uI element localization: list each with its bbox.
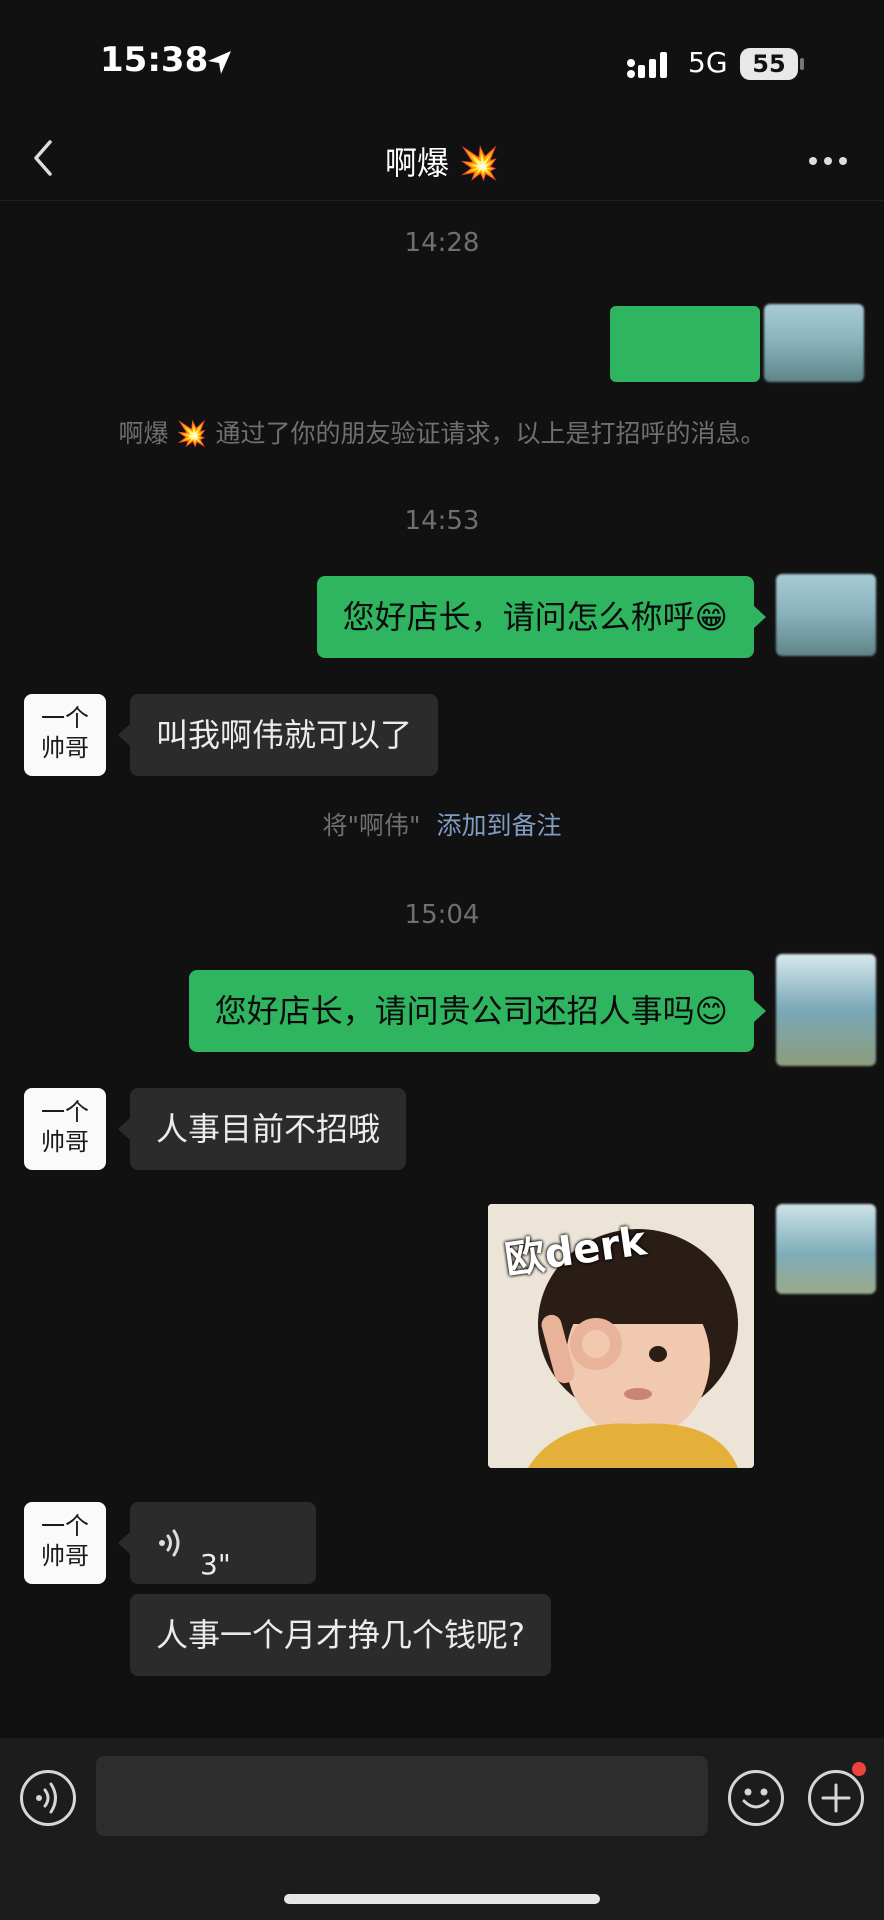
voice-wave-icon bbox=[159, 1529, 180, 1557]
voice-input-button[interactable] bbox=[20, 1770, 76, 1826]
battery-level: 55 bbox=[740, 48, 798, 80]
message-bubble-sent[interactable]: 您好店长，请问贵公司还招人事吗😊 bbox=[188, 970, 767, 1052]
home-indicator[interactable] bbox=[284, 1894, 600, 1904]
timestamp: 14:53 bbox=[404, 506, 480, 536]
message-input[interactable] bbox=[96, 1756, 708, 1836]
status-time: 15:38 bbox=[100, 40, 209, 80]
emoji-icon bbox=[742, 1788, 770, 1809]
blurred-message[interactable] bbox=[610, 306, 760, 382]
plus-button[interactable] bbox=[808, 1770, 864, 1826]
sticker-image[interactable]: 欧derk bbox=[488, 1204, 754, 1468]
message-bubble-received[interactable]: 人事目前不招哦 bbox=[117, 1088, 407, 1170]
my-avatar[interactable] bbox=[776, 1204, 876, 1294]
add-remark-link[interactable]: 添加到备注 bbox=[436, 811, 561, 840]
voice-input-icon bbox=[36, 1782, 57, 1814]
emoji-button[interactable] bbox=[728, 1770, 784, 1826]
notification-dot bbox=[852, 1762, 866, 1776]
network-type: 5G bbox=[688, 46, 728, 79]
chat-title: 啊爆 💥 bbox=[384, 144, 500, 182]
battery-tip bbox=[800, 58, 804, 70]
remark-prefix: 将"啊伟" bbox=[322, 811, 421, 840]
system-remark-message: 将"啊伟" 添加到备注 bbox=[0, 806, 884, 842]
voice-message[interactable]: 3" bbox=[118, 1502, 316, 1584]
message-bubble-received[interactable]: 人事一个月才挣几个钱呢? bbox=[130, 1594, 551, 1676]
my-avatar[interactable] bbox=[764, 304, 864, 382]
timestamp: 15:04 bbox=[404, 900, 480, 930]
contact-avatar[interactable]: 一个 帅哥 bbox=[24, 1088, 106, 1170]
message-bubble-sent[interactable]: 您好店长，请问怎么称呼😁 bbox=[316, 576, 767, 658]
my-avatar[interactable] bbox=[776, 954, 876, 1066]
contact-avatar[interactable]: 一个 帅哥 bbox=[24, 694, 106, 776]
nav-divider bbox=[0, 200, 884, 201]
more-dots-icon[interactable] bbox=[806, 154, 850, 168]
plus-icon bbox=[821, 1783, 851, 1813]
signal-bars-icon bbox=[627, 52, 667, 78]
my-avatar[interactable] bbox=[776, 574, 876, 656]
timestamp: 14:28 bbox=[404, 228, 480, 258]
message-bubble-received[interactable]: 叫我啊伟就可以了 bbox=[117, 694, 439, 776]
location-arrow-icon bbox=[208, 51, 231, 74]
contact-avatar[interactable]: 一个 帅哥 bbox=[24, 1502, 106, 1584]
system-friend-message: 啊爆 💥 通过了你的朋友验证请求，以上是打招呼的消息。 bbox=[118, 419, 766, 448]
